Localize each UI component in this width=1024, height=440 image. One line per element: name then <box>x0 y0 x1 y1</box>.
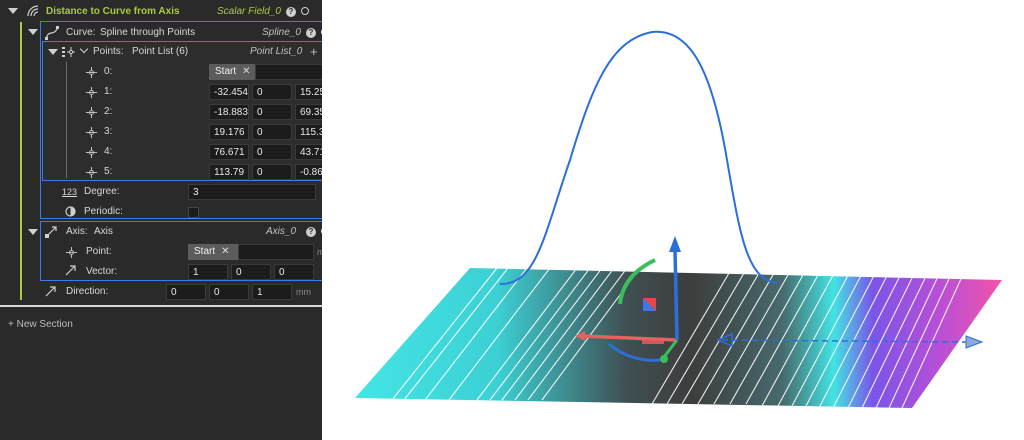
direction-y-field[interactable]: 0 <box>209 284 249 300</box>
point-icon <box>86 87 97 98</box>
axis-point-label: Point: <box>86 246 112 257</box>
spline-icon <box>45 26 59 40</box>
direction-x-field[interactable]: 0 <box>166 284 206 300</box>
point-0-field[interactable] <box>255 64 322 80</box>
new-section-button[interactable]: + New Section <box>8 315 73 335</box>
collapse-arrow-icon[interactable] <box>8 8 18 14</box>
point-index: 1: <box>104 86 113 97</box>
axis-icon <box>45 226 57 238</box>
help-icon[interactable]: ? <box>306 227 316 237</box>
section-divider <box>0 305 322 307</box>
direction-icon <box>45 286 56 297</box>
tree-guide-line <box>66 62 67 178</box>
visibility-ring-icon[interactable] <box>301 7 309 15</box>
point-y-field[interactable]: 0 <box>252 84 292 100</box>
vector-icon <box>65 265 76 276</box>
node-title: Distance to Curve from Axis <box>46 6 180 17</box>
point-x-field[interactable]: 76.671 <box>209 144 249 160</box>
add-point-icon[interactable]: + <box>310 45 318 58</box>
remove-tag-icon[interactable]: ✕ <box>221 246 229 257</box>
point-x-field[interactable]: 113.79 <box>209 164 249 180</box>
point-index: 3: <box>104 126 113 137</box>
point-z-field[interactable]: 69.357 <box>295 104 322 120</box>
point-z-field[interactable]: -0.8609 <box>295 164 322 180</box>
point-y-field[interactable]: 0 <box>252 124 292 140</box>
properties-panel: Distance to Curve from Axis Scalar Field… <box>0 0 322 440</box>
tag-label: Start <box>215 66 237 77</box>
axis-point-field[interactable] <box>238 244 314 260</box>
curve-label: Curve: <box>66 27 96 38</box>
point-index: 0: <box>104 66 113 77</box>
direction-z-field[interactable]: 1 <box>252 284 292 300</box>
point-y-field[interactable]: 0 <box>252 164 292 180</box>
vector-y-field[interactable]: 0 <box>231 264 271 280</box>
tree-accent-line <box>20 22 22 300</box>
direction-label: Direction: <box>66 286 109 297</box>
point-index: 5: <box>104 166 113 177</box>
point-start-tag[interactable]: Start ✕ <box>209 64 255 80</box>
periodic-label: Periodic: <box>84 206 123 217</box>
degree-label: Degree: <box>84 186 120 197</box>
point-z-field[interactable]: 43.716 <box>295 144 322 160</box>
periodic-checkbox[interactable] <box>188 207 199 218</box>
remove-tag-icon[interactable]: ✕ <box>242 66 250 77</box>
axis-vector-label: Vector: <box>86 266 118 277</box>
point-y-field[interactable]: 0 <box>252 144 292 160</box>
point-z-field[interactable]: 115.34 <box>295 124 322 140</box>
degree-icon: 123 <box>62 187 78 197</box>
help-icon[interactable]: ? <box>286 7 296 17</box>
points-value[interactable]: Point List (6) <box>132 42 188 62</box>
point-x-field[interactable]: -32.454 <box>209 84 249 100</box>
point-icon <box>86 107 97 118</box>
collapse-arrow-icon[interactable] <box>48 49 58 55</box>
point-icon <box>66 247 77 258</box>
spline-curve[interactable] <box>499 30 778 286</box>
collapse-arrow-icon[interactable] <box>28 229 38 235</box>
point-index: 4: <box>104 146 113 157</box>
point-x-field[interactable]: 19.176 <box>209 124 249 140</box>
unit-label: mm <box>296 287 311 297</box>
axis-label: Axis: <box>66 226 88 237</box>
point-z-field[interactable]: 15.251 <box>295 84 322 100</box>
point-icon <box>86 167 97 178</box>
node-type: Scalar Field_0 <box>217 6 281 17</box>
point-list-icon <box>62 47 75 57</box>
axis-value[interactable]: Axis <box>94 222 113 242</box>
periodic-icon <box>65 206 76 217</box>
tag-label: Start <box>194 246 216 257</box>
scalar-field-icon <box>27 5 39 17</box>
vector-z-field[interactable]: 0 <box>274 264 314 280</box>
point-icon <box>86 147 97 158</box>
help-icon[interactable]: ? <box>306 28 316 38</box>
curve-value[interactable]: Spline through Points <box>100 23 195 43</box>
axis-start-tag[interactable]: Start ✕ <box>188 244 238 260</box>
vector-x-field[interactable]: 1 <box>188 264 228 280</box>
point-icon <box>86 67 97 78</box>
point-y-field[interactable]: 0 <box>252 104 292 120</box>
points-type: Point List_0 <box>250 46 303 57</box>
collapse-arrow-icon[interactable] <box>28 29 38 35</box>
degree-field[interactable]: 3 <box>188 184 316 200</box>
point-x-field[interactable]: -18.883 <box>209 104 249 120</box>
points-label: Points: <box>93 46 124 57</box>
axis-type: Axis_0 <box>266 226 297 237</box>
point-icon <box>86 127 97 138</box>
3d-viewport[interactable] <box>322 0 1024 440</box>
point-index: 2: <box>104 106 113 117</box>
curve-type: Spline_0 <box>262 27 301 38</box>
